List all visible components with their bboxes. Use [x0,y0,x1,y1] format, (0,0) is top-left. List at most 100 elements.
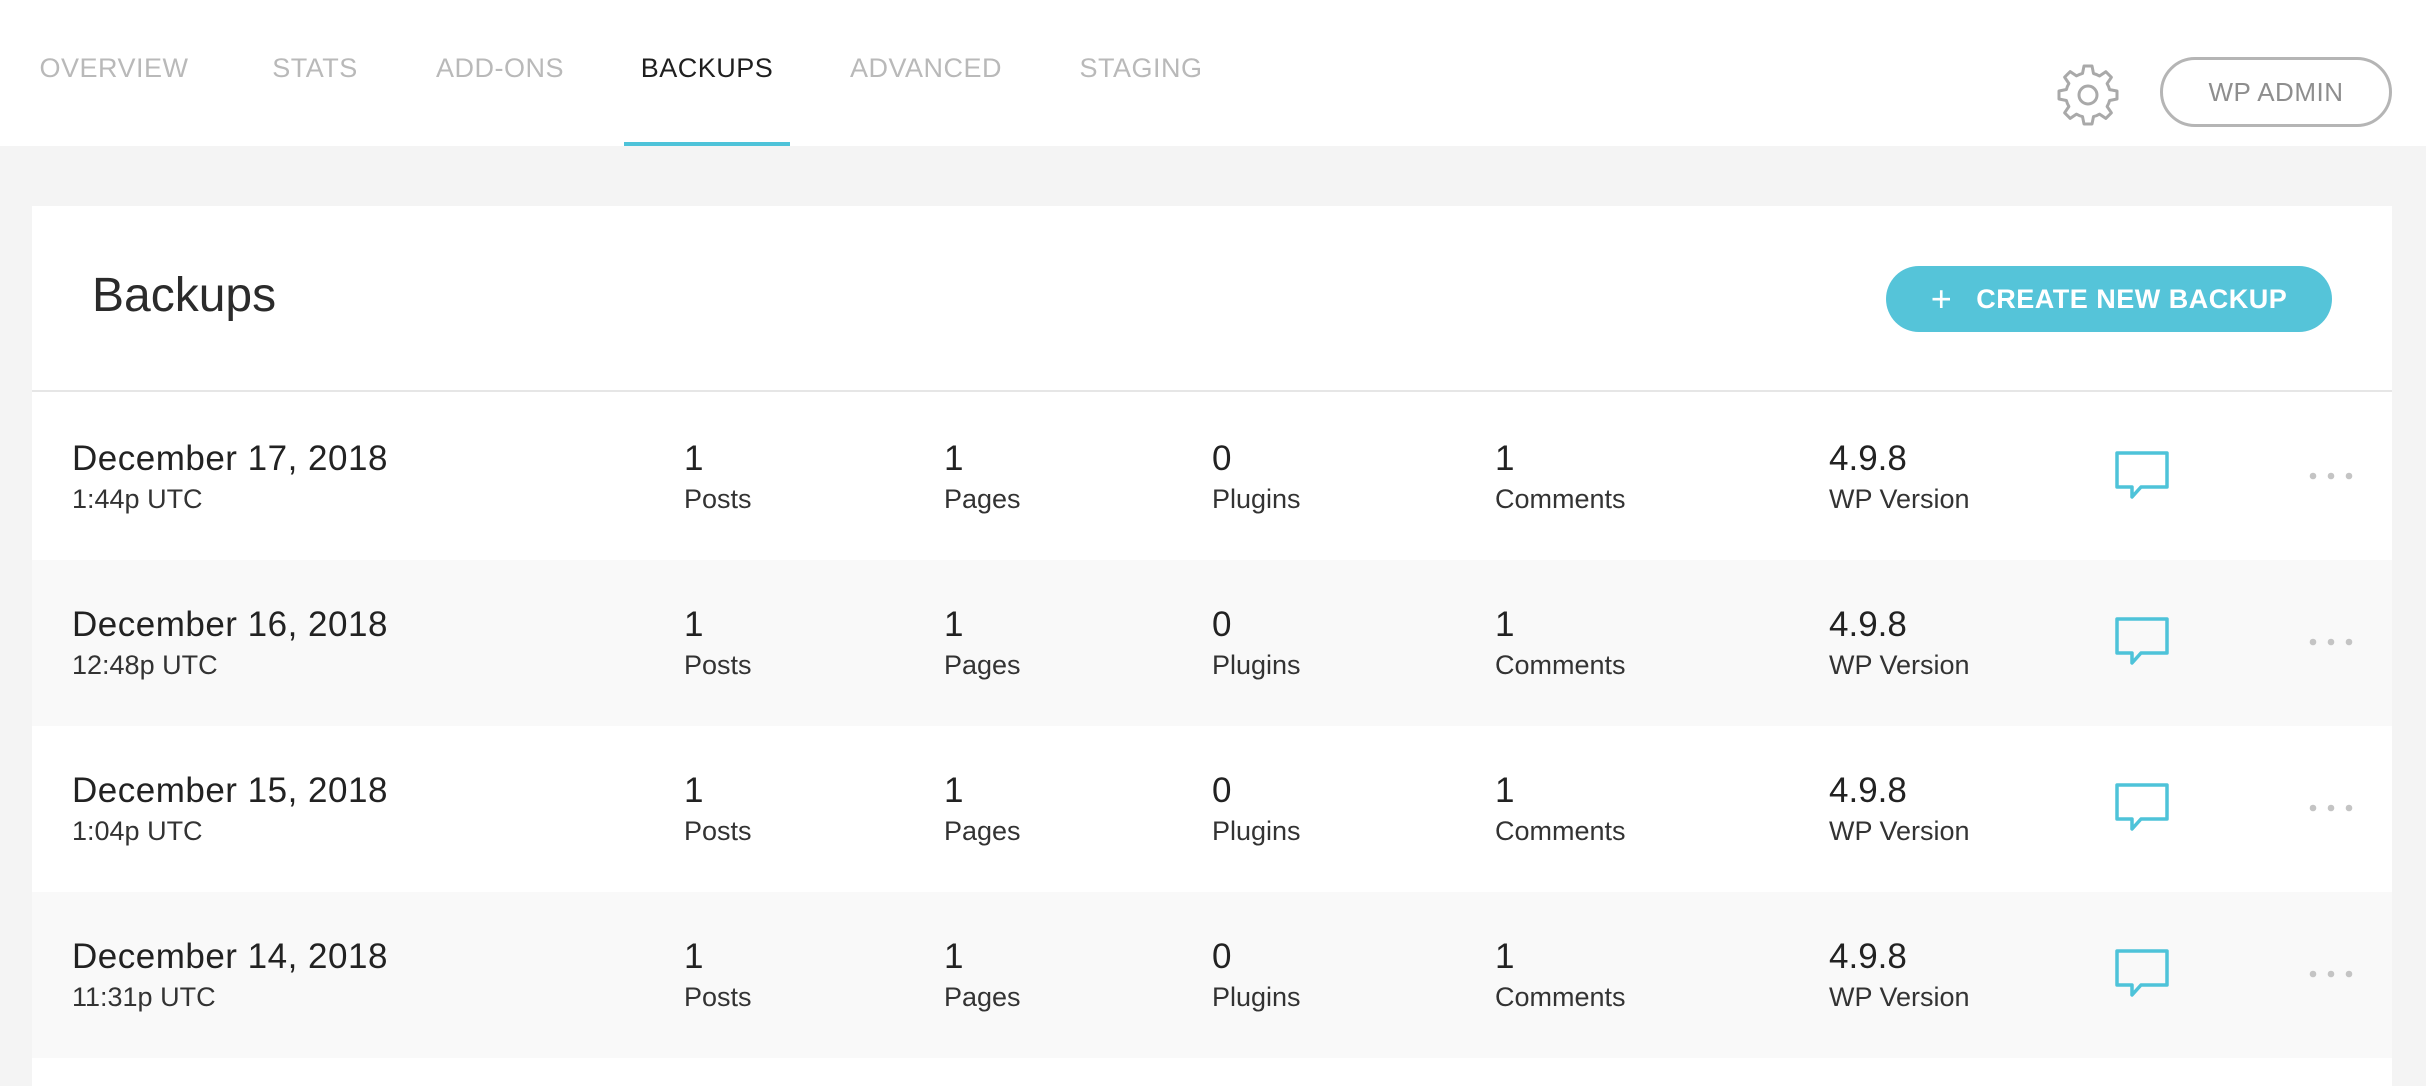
tab-add-ons[interactable]: ADD-ONS [424,0,576,146]
backup-date: December 17, 2018 [72,439,388,478]
comments-count: 1 [1495,605,1515,644]
backup-date-cell: December 17, 2018 1:44p UTC [72,438,388,517]
posts-count: 1 [684,439,704,478]
wp-version-label: WP Version [1829,816,1970,846]
comments-stat: 1 Comments [1495,604,1626,683]
posts-label: Posts [684,816,752,846]
plugins-label: Plugins [1212,982,1301,1012]
posts-count: 1 [684,937,704,976]
wp-version-value: 4.9.8 [1829,937,1907,976]
wp-version-stat: 4.9.8 WP Version [1829,936,1970,1015]
posts-count: 1 [684,771,704,810]
comments-label: Comments [1495,816,1626,846]
backup-row[interactable]: December 16, 2018 12:48p UTC 1 Posts 1 P… [32,560,2392,726]
comments-count: 1 [1495,937,1515,976]
posts-stat: 1 Posts [684,936,752,1015]
tab-staging-label: STAGING [1079,52,1203,83]
backup-row[interactable]: December 17, 2018 1:44p UTC 1 Posts 1 Pa… [32,394,2392,560]
comments-label: Comments [1495,484,1626,514]
top-navigation: OVERVIEW STATS ADD-ONS BACKUPS ADVANCED … [0,0,2426,146]
create-new-backup-label: CREATE NEW BACKUP [1976,283,2288,314]
comment-icon[interactable] [2114,450,2170,502]
pages-label: Pages [944,816,1021,846]
pages-label: Pages [944,484,1021,514]
backup-time: 1:44p UTC [72,484,203,514]
tab-advanced-label: ADVANCED [849,52,1003,83]
more-options-icon[interactable] [2308,798,2354,818]
tab-backups[interactable]: BACKUPS [624,0,790,146]
posts-label: Posts [684,484,752,514]
backup-date: December 15, 2018 [72,771,388,810]
wp-version-stat: 4.9.8 WP Version [1829,770,1970,849]
comments-label: Comments [1495,982,1626,1012]
tab-advanced[interactable]: ADVANCED [846,0,1006,146]
more-options-icon[interactable] [2308,466,2354,486]
pages-count: 1 [944,937,964,976]
tab-add-ons-label: ADD-ONS [435,52,564,83]
backup-date-cell: December 16, 2018 12:48p UTC [72,604,388,683]
backup-row[interactable]: December 14, 2018 11:31p UTC 1 Posts 1 P… [32,892,2392,1058]
backup-time: 1:04p UTC [72,816,203,846]
backup-row[interactable]: December 15, 2018 1:04p UTC 1 Posts 1 Pa… [32,726,2392,892]
backups-card: Backups + CREATE NEW BACKUP December 17,… [32,206,2392,1086]
comments-stat: 1 Comments [1495,936,1626,1015]
comments-count: 1 [1495,771,1515,810]
backup-date: December 16, 2018 [72,605,388,644]
pages-label: Pages [944,650,1021,680]
backup-date: December 14, 2018 [72,937,388,976]
tab-staging[interactable]: STAGING [1074,0,1208,146]
page-title: Backups [92,269,277,322]
comments-label: Comments [1495,650,1626,680]
tab-overview-label: OVERVIEW [39,52,189,83]
wp-version-value: 4.9.8 [1829,439,1907,478]
pages-stat: 1 Pages [944,770,1021,849]
backup-time: 11:31p UTC [72,982,216,1012]
plugins-count: 0 [1212,937,1232,976]
comments-stat: 1 Comments [1495,438,1626,517]
plugins-count: 0 [1212,605,1232,644]
plugins-stat: 0 Plugins [1212,936,1301,1015]
plugins-label: Plugins [1212,484,1301,514]
plugins-stat: 0 Plugins [1212,770,1301,849]
backups-header: Backups + CREATE NEW BACKUP [32,206,2392,392]
posts-count: 1 [684,605,704,644]
posts-label: Posts [684,650,752,680]
comments-stat: 1 Comments [1495,770,1626,849]
backup-date-cell: December 15, 2018 1:04p UTC [72,770,388,849]
wp-version-label: WP Version [1829,982,1970,1012]
comment-icon[interactable] [2114,948,2170,1000]
tab-backups-label: BACKUPS [640,52,774,83]
pages-stat: 1 Pages [944,438,1021,517]
create-new-backup-button[interactable]: + CREATE NEW BACKUP [1886,266,2332,332]
posts-label: Posts [684,982,752,1012]
wp-admin-button[interactable]: WP ADMIN [2160,57,2392,127]
backup-time: 12:48p UTC [72,650,218,680]
pages-count: 1 [944,605,964,644]
posts-stat: 1 Posts [684,438,752,517]
pages-count: 1 [944,771,964,810]
more-options-icon[interactable] [2308,964,2354,984]
plugins-label: Plugins [1212,650,1301,680]
pages-stat: 1 Pages [944,936,1021,1015]
pages-count: 1 [944,439,964,478]
tab-overview[interactable]: OVERVIEW [34,0,194,146]
plugins-stat: 0 Plugins [1212,438,1301,517]
pages-label: Pages [944,982,1021,1012]
wp-version-value: 4.9.8 [1829,605,1907,644]
posts-stat: 1 Posts [684,604,752,683]
more-options-icon[interactable] [2308,632,2354,652]
tab-stats[interactable]: STATS [262,0,368,146]
posts-stat: 1 Posts [684,770,752,849]
wp-version-stat: 4.9.8 WP Version [1829,604,1970,683]
wp-version-label: WP Version [1829,650,1970,680]
backup-date-cell: December 14, 2018 11:31p UTC [72,936,388,1015]
comment-icon[interactable] [2114,782,2170,834]
plugins-count: 0 [1212,439,1232,478]
plugins-label: Plugins [1212,816,1301,846]
plugins-stat: 0 Plugins [1212,604,1301,683]
comment-icon[interactable] [2114,616,2170,668]
gear-icon[interactable] [2056,62,2120,126]
pages-stat: 1 Pages [944,604,1021,683]
plus-icon: + [1930,278,1953,319]
wp-version-label: WP Version [1829,484,1970,514]
